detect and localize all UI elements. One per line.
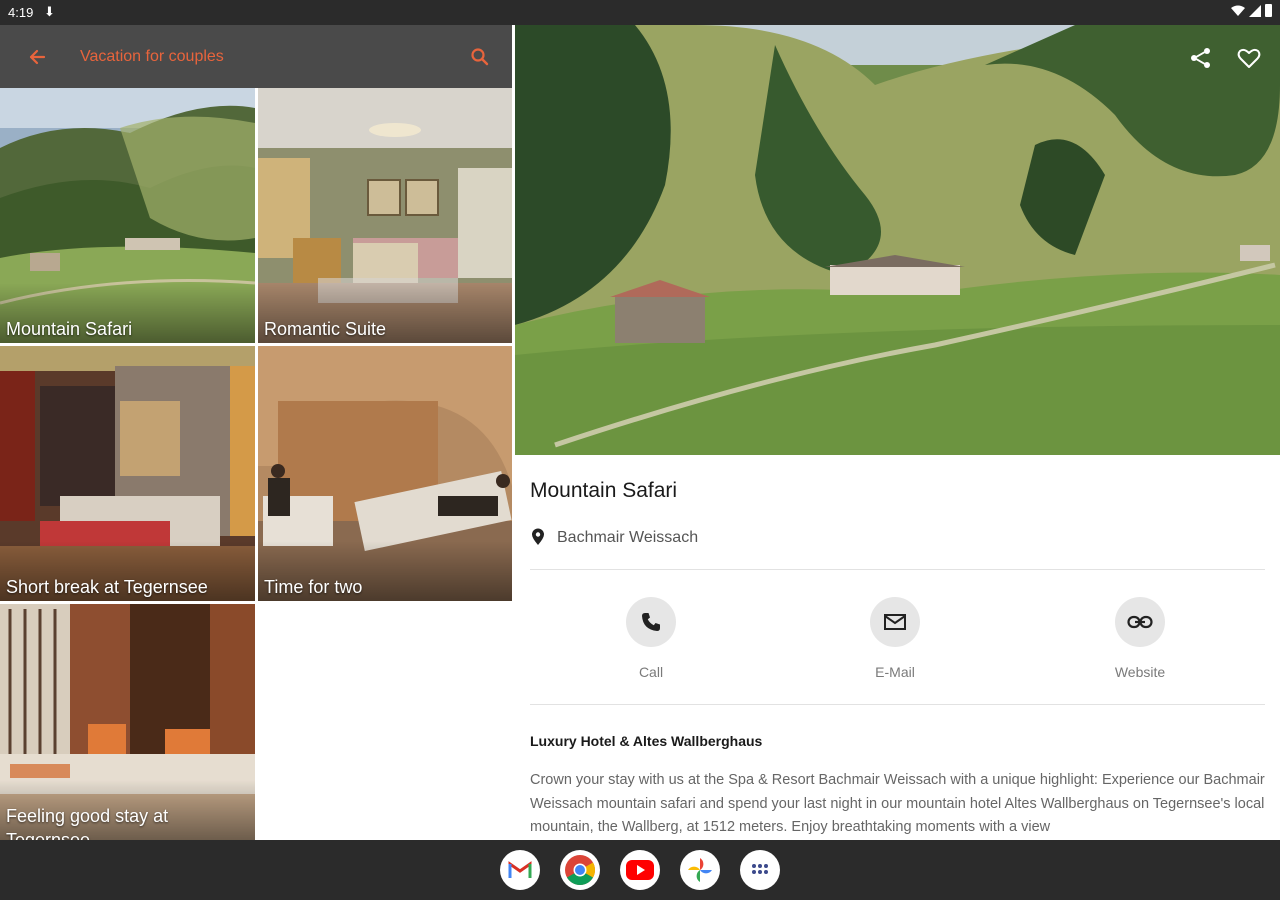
offer-tile-mountain-safari[interactable]: Mountain Safari (0, 88, 255, 343)
arrow-back-icon[interactable] (22, 42, 52, 72)
search-icon[interactable] (465, 42, 495, 72)
email-icon-circle (870, 597, 920, 647)
signal-icon (1249, 4, 1261, 17)
share-icon[interactable] (1188, 45, 1214, 71)
offer-grid: Mountain Safari Romantic Suite Short bre… (0, 88, 512, 840)
offer-tile-time-for-two[interactable]: Time for two (258, 346, 512, 601)
grid-dots-logo (752, 864, 768, 874)
chrome-logo (565, 855, 596, 886)
hero-image (515, 25, 1280, 455)
website-button[interactable]: Website (1080, 597, 1200, 680)
app-dock (500, 850, 780, 890)
tile-label: Time for two (264, 577, 363, 597)
detail-subtitle: Luxury Hotel & Altes Wallberghaus (530, 733, 763, 749)
detail-panel: Mountain Safari Bachmair Weissach Call E… (515, 455, 1280, 840)
top-app-bar: Vacation for couples (0, 25, 512, 88)
photos-icon[interactable] (680, 850, 720, 890)
website-icon-circle (1115, 597, 1165, 647)
chrome-icon[interactable] (560, 850, 600, 890)
website-label: Website (1114, 664, 1166, 680)
youtube-icon[interactable] (620, 850, 660, 890)
youtube-logo (626, 860, 654, 880)
mail-icon (884, 614, 906, 630)
link-icon (1127, 615, 1153, 629)
offer-tile-short-break-tegernsee[interactable]: Short break at Tegernsee (0, 346, 255, 601)
status-time: 4:19 (8, 5, 34, 20)
wifi-icon (1231, 5, 1245, 16)
page-title: Vacation for couples (80, 48, 224, 65)
tile-label: Mountain Safari (6, 319, 133, 339)
gmail-logo (508, 861, 532, 878)
download-icon: ⬇ (44, 4, 55, 19)
location-pin-icon (532, 528, 544, 545)
email-button[interactable]: E-Mail (835, 597, 955, 680)
detail-title: Mountain Safari (530, 479, 678, 502)
favorite-heart-icon[interactable] (1236, 45, 1262, 71)
status-icons (1231, 4, 1272, 17)
location-text: Bachmair Weissach (557, 529, 699, 546)
photos-logo (688, 858, 712, 882)
app-drawer-icon[interactable] (740, 850, 780, 890)
offer-tile-feeling-good-tegernsee[interactable]: Feeling good stay at Tegernsee (0, 604, 255, 840)
status-bar: 4:19 ⬇ (0, 0, 1280, 25)
divider (530, 569, 1265, 570)
tile-label: Romantic Suite (264, 319, 387, 339)
offer-tile-romantic-suite[interactable]: Romantic Suite (258, 88, 512, 343)
call-button[interactable]: Call (591, 597, 711, 680)
email-label: E-Mail (875, 664, 915, 680)
call-icon-circle (626, 597, 676, 647)
gmail-icon[interactable] (500, 850, 540, 890)
phone-icon (642, 613, 660, 631)
battery-icon (1265, 4, 1272, 17)
call-label: Call (638, 664, 664, 680)
divider (530, 704, 1265, 705)
detail-description: Crown your stay with us at the Spa & Res… (530, 772, 1265, 835)
tile-label: Short break at Tegernsee (6, 577, 208, 597)
tile-label: Feeling good stay at Tegernsee (6, 806, 169, 840)
